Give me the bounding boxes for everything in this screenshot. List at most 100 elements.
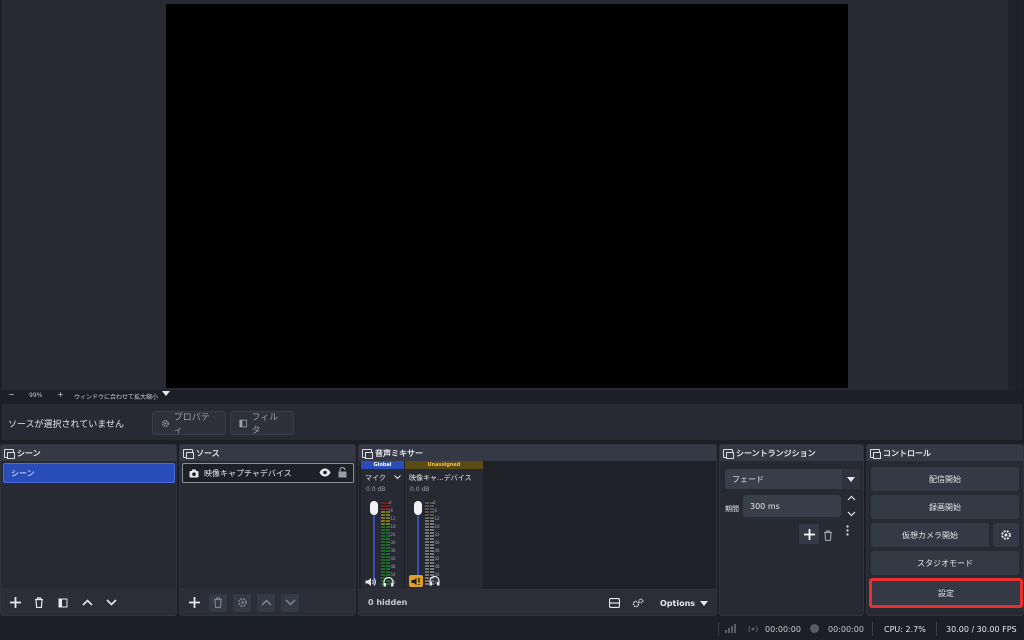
scene-list-item[interactable]: シーン: [3, 463, 175, 483]
hidden-channels-count[interactable]: 0 hidden: [368, 598, 407, 607]
trash-icon: [824, 530, 832, 542]
plus-icon: [9, 597, 21, 608]
channel-controls: [409, 575, 440, 587]
audio-mixer-dock: 音声ミキサー Global マイク 0.0 dB 0 -6 -12 -18 -24 -30…: [358, 444, 717, 616]
start-recording-button[interactable]: 録画開始: [871, 495, 1019, 519]
add-scene-button[interactable]: [6, 594, 24, 612]
chevron-up-icon[interactable]: [847, 495, 856, 501]
live-duration: 00:00:00: [765, 625, 801, 634]
properties-label: プロパティ: [173, 413, 210, 436]
source-item-label: 映像キャプチャデバイス: [204, 468, 292, 478]
channel-name-label: 映像キャ...デバイス: [409, 474, 472, 482]
move-source-down-button[interactable]: [281, 593, 299, 612]
audio-mixer-title: 音声ミキサー: [375, 448, 423, 458]
recording-dot-icon: [810, 624, 819, 633]
meter-scale: 0 -6 -12 -18 -24 -30 -36 -42 -48 -54 -60: [433, 501, 447, 585]
filter-icon: [239, 419, 248, 427]
preview-area[interactable]: [2, 0, 1022, 390]
preview-zoom-bar: − 99% + ウィンドウに合わせて拡大縮小: [0, 390, 1024, 402]
advanced-audio-button[interactable]: [629, 594, 647, 612]
trash-icon: [214, 597, 222, 608]
volume-fader-handle[interactable]: [414, 501, 422, 515]
remove-source-button[interactable]: [209, 593, 227, 612]
scene-filters-button[interactable]: [54, 594, 72, 612]
chevron-down-icon: [105, 599, 117, 606]
duration-value: 300 ms: [750, 501, 780, 511]
recording-duration: 00:00:00: [828, 625, 864, 634]
studio-mode-button[interactable]: スタジオモード: [871, 551, 1019, 575]
muted-warning-speaker-icon[interactable]: [409, 575, 423, 587]
add-source-button[interactable]: [185, 594, 203, 612]
add-transition-button[interactable]: [799, 524, 819, 544]
channel-name[interactable]: マイク: [365, 473, 401, 483]
filters-button[interactable]: フィルタ: [230, 411, 294, 436]
scene-item-label: シーン: [11, 468, 35, 478]
headphones-icon[interactable]: [429, 576, 440, 586]
zoom-fit-button[interactable]: ウィンドウに合わせて拡大縮小: [74, 392, 158, 401]
dock-undock-icon[interactable]: [723, 448, 734, 459]
meter-scale: 0 -6 -12 -18 -24 -30 -36 -42 -48 -54 -60: [389, 501, 403, 585]
mixer-options-button[interactable]: Options: [653, 593, 715, 613]
caret-down-icon[interactable]: [842, 469, 860, 489]
meter-scale-tick: -48: [433, 564, 440, 569]
source-list-item[interactable]: 映像キャプチャデバイス: [182, 463, 354, 483]
chevron-down-icon[interactable]: [394, 475, 401, 480]
meter-scale-tick: -24: [433, 532, 440, 537]
gear-icon: [161, 419, 169, 427]
no-source-selected-label: ソースが選択されていません: [8, 420, 125, 430]
meter-scale-tick: -18: [433, 524, 440, 529]
chevron-down-icon[interactable]: [847, 511, 856, 517]
dock-undock-icon[interactable]: [362, 448, 373, 459]
remove-scene-button[interactable]: [30, 594, 48, 612]
sources-toolbar: [180, 589, 355, 615]
speaker-icon[interactable]: [365, 577, 377, 587]
controls-title: コントロール: [883, 448, 931, 458]
plus-icon: [803, 528, 815, 540]
settings-button[interactable]: 設定: [869, 578, 1023, 608]
move-scene-up-button[interactable]: [78, 594, 96, 612]
dock-undock-icon[interactable]: [870, 448, 881, 459]
meter-scale-tick: -18: [389, 524, 396, 529]
visibility-eye-icon[interactable]: [319, 468, 331, 477]
duration-stepper[interactable]: [843, 495, 860, 517]
meter-scale-tick: -30: [389, 540, 396, 545]
preview-scrollbar[interactable]: [1008, 0, 1022, 390]
source-properties-button[interactable]: [233, 593, 251, 612]
zoom-level: 99%: [29, 392, 43, 399]
transition-more-icon[interactable]: [846, 525, 849, 539]
preview-canvas[interactable]: [166, 4, 848, 388]
meter-scale-tick: -12: [433, 516, 440, 521]
remove-transition-button[interactable]: [823, 526, 833, 545]
scenes-dock-title[interactable]: シーン: [1, 445, 176, 461]
duration-label: 期間: [725, 505, 739, 513]
channel-volume-db: 0.0 dB: [410, 486, 430, 493]
meter-scale-tick: 0: [433, 500, 436, 505]
mixer-layout-button[interactable]: [605, 594, 623, 612]
audio-mixer-dock-title[interactable]: 音声ミキサー: [359, 445, 716, 461]
move-source-up-button[interactable]: [257, 593, 275, 612]
sources-dock-title[interactable]: ソース: [180, 445, 355, 461]
duration-input[interactable]: 300 ms: [743, 495, 841, 517]
chevron-up-icon: [260, 599, 272, 606]
channel-name[interactable]: 映像キャ...デバイス: [409, 473, 471, 483]
dock-undock-icon[interactable]: [4, 448, 15, 459]
headphones-icon[interactable]: [383, 577, 394, 587]
virtual-camera-settings-button[interactable]: [993, 523, 1019, 547]
dock-undock-icon[interactable]: [183, 448, 194, 459]
start-virtual-camera-button[interactable]: 仮想カメラ開始: [871, 523, 989, 547]
start-streaming-button[interactable]: 配信開始: [871, 467, 1019, 491]
zoom-out-button[interactable]: −: [8, 390, 15, 399]
scene-transitions-dock-title[interactable]: シーントランジション: [720, 445, 863, 461]
zoom-dropdown-icon[interactable]: [162, 391, 170, 396]
controls-dock-title[interactable]: コントロール: [867, 445, 1023, 461]
move-scene-down-button[interactable]: [102, 594, 120, 612]
meter-scale-tick: -6: [433, 508, 437, 513]
properties-button[interactable]: プロパティ: [152, 411, 226, 436]
meter-scale-tick: -24: [389, 532, 396, 537]
zoom-in-button[interactable]: +: [57, 390, 64, 399]
gear-icon: [237, 598, 247, 607]
volume-fader-handle[interactable]: [370, 501, 378, 515]
plus-icon: [188, 597, 200, 608]
lock-icon[interactable]: [338, 467, 347, 478]
transition-select[interactable]: フェード: [725, 469, 860, 489]
